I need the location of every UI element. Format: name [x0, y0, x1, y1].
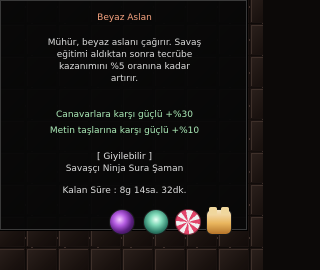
inventory-slot[interactable] [154, 248, 185, 270]
bonus-line: Canavarlara karşı güçlü +%30 [56, 110, 193, 120]
inventory-slot[interactable] [0, 248, 25, 270]
inventory-slot[interactable] [250, 88, 263, 119]
lion-ear-icon [209, 207, 217, 215]
inventory-slot[interactable] [250, 0, 263, 23]
inventory-slot[interactable] [250, 56, 263, 87]
item-title: Beyaz Aslan [97, 13, 152, 23]
inventory-slot[interactable] [250, 24, 263, 55]
inventory-slot[interactable] [90, 248, 121, 270]
inventory-slot[interactable] [218, 248, 249, 270]
bonus-line: Metin taşlarına karşı güçlü +%10 [49, 126, 200, 136]
inventory-slot[interactable] [250, 152, 263, 183]
description-line: eğitimi aldıktan sonra tecrübe [56, 50, 193, 60]
purple-orb-icon[interactable] [109, 209, 135, 235]
allowed-classes: Savaşçı Ninja Sura Şaman [65, 164, 184, 174]
inventory-background: Beyaz Aslan Mühür, beyaz aslanı çağırır.… [0, 0, 263, 270]
item-tooltip: Beyaz Aslan Mühür, beyaz aslanı çağırır.… [0, 0, 247, 230]
inventory-slot[interactable] [250, 120, 263, 151]
inventory-slot[interactable] [26, 248, 57, 270]
inventory-slot[interactable] [186, 248, 217, 270]
item-slot-tray [0, 207, 263, 239]
inventory-slot[interactable] [58, 248, 89, 270]
lollipop-icon[interactable] [175, 209, 201, 235]
wearable-condition: [ Giyilebilir ] [97, 152, 152, 162]
green-lens-icon[interactable] [143, 209, 169, 235]
inventory-slot[interactable] [250, 248, 263, 270]
description-line: artırır. [110, 74, 139, 84]
lion-cub-icon[interactable] [206, 207, 232, 235]
inventory-slot[interactable] [122, 248, 153, 270]
description-line: kazanımını %5 oranına kadar [59, 62, 190, 72]
description-line: Mühür, beyaz aslanı çağırır. Savaş [47, 38, 202, 48]
lion-ear-icon [221, 207, 229, 215]
remaining-time: Kalan Süre : 8g 14sa. 32dk. [62, 186, 187, 196]
